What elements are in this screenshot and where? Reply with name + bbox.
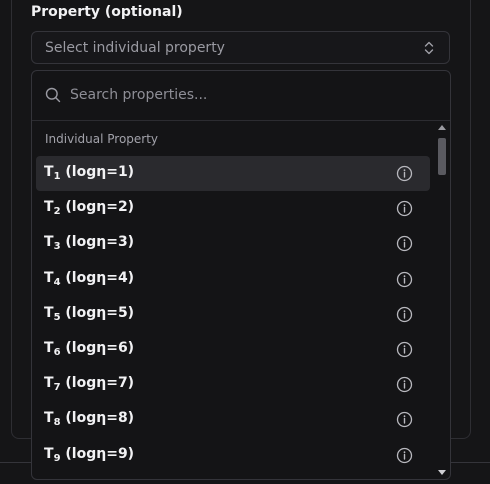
info-icon[interactable] [396,306,413,323]
scroll-up-arrow-icon[interactable] [438,125,446,130]
property-symbol: T [44,445,54,462]
property-option-label: T1 (logη=1) [44,164,134,182]
info-icon[interactable] [396,200,413,217]
property-symbol: T [44,410,54,427]
property-symbol: T [44,339,54,356]
property-symbol: T [44,269,54,286]
property-list: T1 (logη=1) T2 (logη=2) T3 (logη=3) T4 (log… [36,156,430,473]
property-option[interactable]: T3 (logη=3) [36,226,430,261]
property-dropdown: Individual Property T1 (logη=1)T2 (logη=… [31,70,451,480]
info-icon[interactable] [396,341,413,358]
info-icon[interactable] [396,165,413,182]
property-option-label: T3 (logη=3) [44,234,134,252]
property-option-label: T5 (logη=5) [44,305,134,323]
property-option[interactable]: T4 (logη=4) [36,262,430,297]
info-icon[interactable] [396,411,413,428]
search-input[interactable] [70,83,430,107]
property-subscript: 8 [53,417,61,429]
property-subscript: 6 [53,346,61,358]
property-subscript: 1 [53,171,61,182]
property-subscript: 9 [53,452,61,464]
property-symbol: T [44,375,54,392]
property-option-label: T6 (logη=6) [44,340,134,358]
property-option[interactable]: T6 (logη=6) [36,332,430,367]
property-subscript: 2 [53,206,61,218]
property-parameter: (logη=4) [60,269,135,286]
property-parameter: (logη=7) [60,375,135,392]
property-option[interactable]: T2 (logη=2) [36,191,430,226]
property-field-label: Property (optional) [31,4,183,20]
scroll-down-arrow-icon[interactable] [438,470,446,475]
select-placeholder: Select individual property [45,40,225,56]
property-option[interactable]: T1 (logη=1) [36,156,430,192]
property-subscript: 7 [53,382,61,394]
info-icon[interactable] [396,447,413,464]
info-icon[interactable] [396,235,413,252]
property-subscript: 3 [53,241,61,253]
property-option-label: T9 (logη=9) [44,446,134,464]
search-icon [45,87,61,103]
scroll-thumb[interactable] [438,138,446,175]
property-parameter: (logη=5) [60,304,135,321]
property-parameter: (logη=3) [60,234,135,251]
property-parameter: (logη=6) [60,339,135,356]
property-option[interactable]: T5 (logη=5) [36,297,430,332]
info-icon[interactable] [396,376,413,393]
property-symbol: T [44,304,54,321]
property-parameter: (logη=8) [60,410,135,427]
info-icon[interactable] [396,271,413,288]
property-symbol: T [44,164,54,180]
property-subscript: 4 [53,276,61,288]
scrollbar[interactable] [436,123,448,478]
bottom-divider [451,462,490,484]
group-heading: Individual Property [45,132,159,146]
property-option[interactable]: T8 (logη=8) [36,402,430,437]
search-row [32,71,450,121]
property-option-label: T7 (logη=7) [44,375,134,393]
property-option-label: T8 (logη=8) [44,410,134,428]
bottom-divider [0,462,31,484]
property-subscript: 5 [53,311,61,323]
property-option-label: T4 (logη=4) [44,270,134,288]
property-parameter: (logη=9) [60,445,135,462]
property-option[interactable]: T7 (logη=7) [36,367,430,402]
chevron-up-down-icon [424,41,434,55]
property-option-label: T2 (logη=2) [44,199,134,217]
property-select[interactable]: Select individual property [31,31,450,64]
property-parameter: (logη=2) [60,199,135,216]
property-option[interactable]: T9 (logη=9) [36,438,430,473]
property-symbol: T [44,234,54,251]
property-symbol: T [44,199,54,216]
property-parameter: (logη=1) [60,164,135,180]
